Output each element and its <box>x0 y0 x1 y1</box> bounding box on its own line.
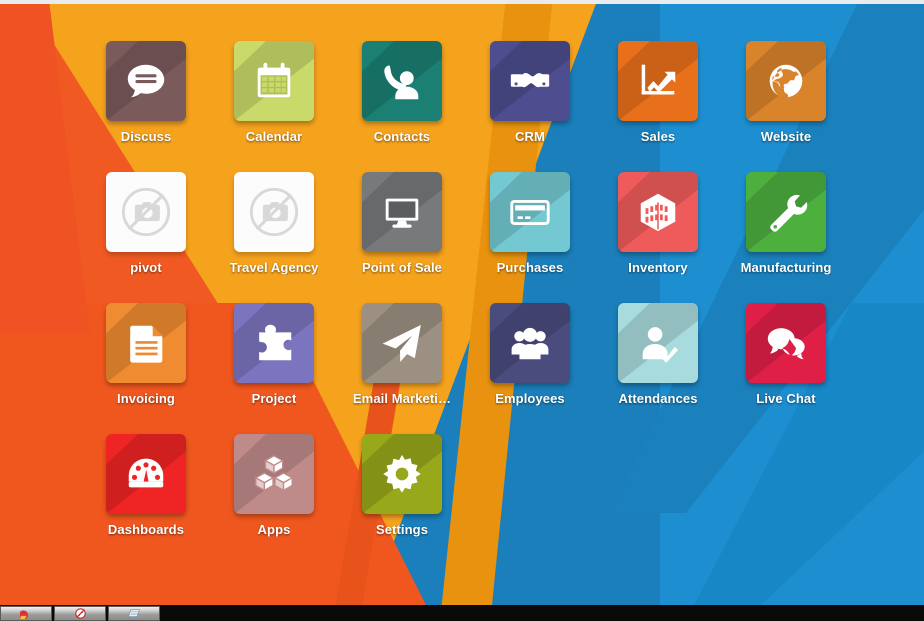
app-label: Email Marketi… <box>352 391 452 406</box>
broken-image-icon[interactable] <box>106 172 186 252</box>
app-label: Invoicing <box>117 391 175 406</box>
app-tile-inventory[interactable]: Inventory <box>594 172 722 303</box>
chat-bubbles-icon[interactable] <box>746 303 826 383</box>
blocks-icon[interactable] <box>234 434 314 514</box>
app-tile-settings[interactable]: Settings <box>338 434 466 565</box>
app-tile-pivot[interactable]: pivot <box>82 172 210 303</box>
handshake-icon[interactable] <box>490 41 570 121</box>
media-player-icon <box>19 608 33 619</box>
app-label: Travel Agency <box>229 260 319 275</box>
wrench-icon[interactable] <box>746 172 826 252</box>
app-tile-contacts[interactable]: Contacts <box>338 41 466 172</box>
app-label: CRM <box>515 129 545 144</box>
app-tile-calendar[interactable]: Calendar <box>210 41 338 172</box>
app-tile-discuss[interactable]: Discuss <box>82 41 210 172</box>
top-strip <box>0 0 924 4</box>
paper-plane-icon[interactable] <box>362 303 442 383</box>
app-label: Point of Sale <box>361 260 443 275</box>
app-label: Inventory <box>628 260 688 275</box>
taskbar-button-clock-deny[interactable] <box>54 606 106 621</box>
growth-chart-icon[interactable] <box>618 41 698 121</box>
app-label: Attendances <box>618 391 698 406</box>
app-tile-purchases[interactable]: Purchases <box>466 172 594 303</box>
taskbar <box>0 605 924 621</box>
desktop-screen: Discuss Calendar Contacts CRM Sales Website pi… <box>0 0 924 621</box>
app-label: Calendar <box>245 129 303 144</box>
app-tile-project[interactable]: Project <box>210 303 338 434</box>
app-tile-travel-agency[interactable]: Travel Agency <box>210 172 338 303</box>
app-tile-apps[interactable]: Apps <box>210 434 338 565</box>
speech-bubble-icon[interactable] <box>106 41 186 121</box>
taskbar-button-media-player[interactable] <box>0 606 52 621</box>
credit-card-icon[interactable] <box>490 172 570 252</box>
gauge-icon[interactable] <box>106 434 186 514</box>
app-label: Manufacturing <box>740 260 832 275</box>
warehouse-icon[interactable] <box>618 172 698 252</box>
app-label: Project <box>251 391 297 406</box>
puzzle-piece-icon[interactable] <box>234 303 314 383</box>
gear-icon[interactable] <box>362 434 442 514</box>
app-label: Employees <box>495 391 565 406</box>
app-label: Contacts <box>373 129 431 144</box>
app-tile-point-of-sale[interactable]: Point of Sale <box>338 172 466 303</box>
document-icon[interactable] <box>106 303 186 383</box>
app-label: Apps <box>257 522 291 537</box>
app-label: Live Chat <box>756 391 816 406</box>
app-label: Sales <box>640 129 676 144</box>
person-check-icon[interactable] <box>618 303 698 383</box>
app-tile-dashboards[interactable]: Dashboards <box>82 434 210 565</box>
calendar-icon[interactable] <box>234 41 314 121</box>
app-tile-invoicing[interactable]: Invoicing <box>82 303 210 434</box>
app-tile-email-marketi[interactable]: Email Marketi… <box>338 303 466 434</box>
people-group-icon[interactable] <box>490 303 570 383</box>
app-label: Dashboards <box>107 522 185 537</box>
app-tile-employees[interactable]: Employees <box>466 303 594 434</box>
broken-image-icon[interactable] <box>234 172 314 252</box>
app-tile-sales[interactable]: Sales <box>594 41 722 172</box>
app-label: Discuss <box>120 129 172 144</box>
app-label: Settings <box>375 522 429 537</box>
app-label: Purchases <box>496 260 564 275</box>
app-tile-manufacturing[interactable]: Manufacturing <box>722 172 850 303</box>
notepad-icon <box>127 608 141 619</box>
monitor-icon[interactable] <box>362 172 442 252</box>
app-tile-crm[interactable]: CRM <box>466 41 594 172</box>
app-tile-attendances[interactable]: Attendances <box>594 303 722 434</box>
app-label: Website <box>760 129 812 144</box>
app-label: pivot <box>130 260 162 275</box>
app-launcher-grid: Discuss Calendar Contacts CRM Sales Website pi… <box>0 3 924 605</box>
taskbar-button-notepad[interactable] <box>108 606 160 621</box>
app-tile-live-chat[interactable]: Live Chat <box>722 303 850 434</box>
app-tile-website[interactable]: Website <box>722 41 850 172</box>
phone-person-icon[interactable] <box>362 41 442 121</box>
globe-icon[interactable] <box>746 41 826 121</box>
clock-deny-icon <box>74 608 87 619</box>
